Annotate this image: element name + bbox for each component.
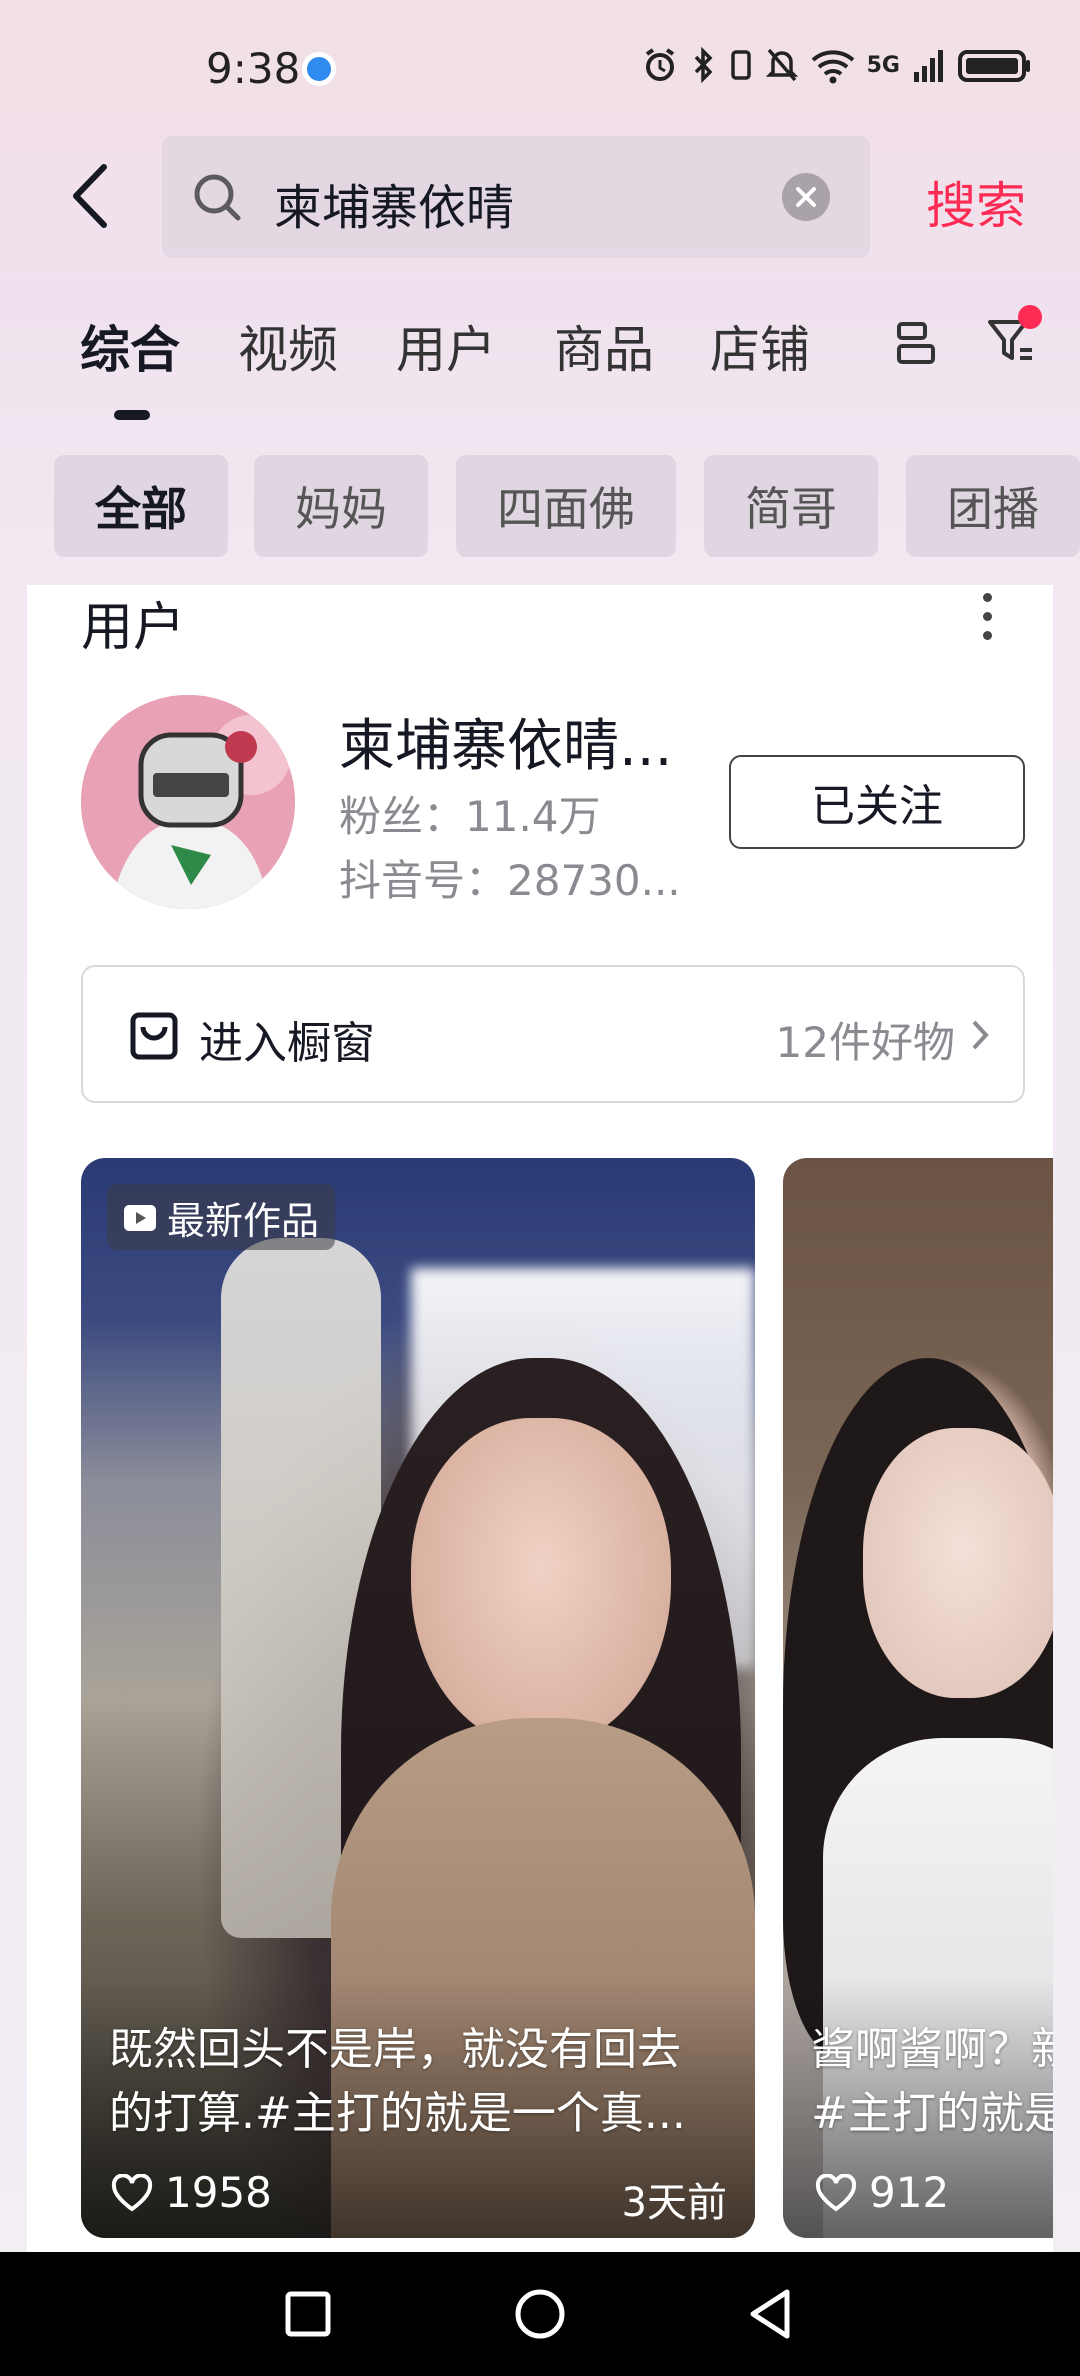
square-icon [285,2291,331,2337]
chip-mom[interactable]: 妈妈 [254,455,428,557]
circle-icon [515,2289,565,2339]
tab-users[interactable]: 用户 [396,310,496,382]
triangle-back-icon [750,2289,790,2339]
video-caption: 酱啊酱啊？新 #主打的就是 [811,2024,1053,2139]
user-name[interactable]: 柬埔寨依晴... [339,701,672,782]
search-button[interactable]: 搜索 [926,166,1026,238]
status-icons: 5G [641,46,1032,84]
user-fans: 粉丝：11.4万 [339,792,601,841]
showcase-entry[interactable]: 进入橱窗 12件好物 [81,965,1025,1103]
section-title: 用户 [81,598,186,658]
video-likes: 1958 [111,2168,272,2217]
tab-videos[interactable]: 视频 [238,310,338,382]
status-time: 9:38 [206,44,301,93]
search-icon [194,174,241,221]
back-arrow-icon [73,164,107,228]
latest-work-badge: 最新作品 [107,1184,336,1250]
bluetooth-icon [694,46,713,84]
heart-icon [111,2173,153,2211]
chip-all[interactable]: 全部 [54,455,228,557]
showcase-label: 进入橱窗 [199,1018,375,1069]
tab-indicator [114,410,150,420]
back-button[interactable] [60,156,120,236]
battery-icon [958,50,1030,82]
vibrate-icon [730,50,751,80]
mute-icon [765,48,798,82]
avatar[interactable] [81,695,295,909]
wifi-icon [811,50,854,84]
search-query: 柬埔寨依晴 [274,180,515,236]
system-navigation-bar [0,2252,1080,2376]
user-result-card: 用户 柬埔寨依晴... 粉丝：11.4万 抖音号：28730... 已关注 进入… [27,585,1053,2255]
video-card[interactable]: 酱啊酱啊？新 #主打的就是 912 [783,1158,1053,2238]
chevron-right-icon [972,1020,989,1050]
video-card[interactable]: 最新作品 既然回头不是岸，就没有回去 的打算.#主打的就是一个真... 1958… [81,1158,755,2238]
badge-text: 最新作品 [167,1198,320,1243]
following-button[interactable]: 已关注 [729,755,1025,849]
video-time: 3天前 [621,2180,727,2226]
search-row: 柬埔寨依晴 搜索 [0,136,1080,258]
keyword-chips: 全部 妈妈 四面佛 简哥 团播 [0,455,1080,557]
shopping-bag-icon [130,1012,178,1060]
video-icon [124,1205,156,1231]
chip-four-faced-buddha[interactable]: 四面佛 [456,455,676,557]
chip-jiange[interactable]: 简哥 [704,455,878,557]
video-likes: 912 [815,2168,949,2217]
back-nav-button[interactable] [710,2252,830,2376]
showcase-count: 12件好物 [775,1018,955,1067]
home-button[interactable] [480,2252,600,2376]
chip-group-live[interactable]: 团播 [906,455,1080,557]
status-bar: 9:38 5G [0,0,1080,140]
app-notification-icon [302,52,336,86]
filter-notification-dot [1018,305,1042,329]
more-options-icon[interactable] [977,593,997,650]
heart-icon [815,2173,857,2211]
search-input[interactable]: 柬埔寨依晴 [162,136,870,258]
signal-icon [914,50,943,82]
video-caption: 既然回头不是岸，就没有回去 的打算.#主打的就是一个真... [109,2024,686,2139]
layout-toggle-icon[interactable] [895,318,937,368]
recent-apps-button[interactable] [248,2252,368,2376]
tab-comprehensive[interactable]: 综合 [80,310,180,382]
user-douyin-id: 抖音号：28730... [339,856,681,905]
alarm-icon [645,48,674,81]
clear-icon[interactable] [782,173,830,221]
network-type: 5G [866,52,900,78]
tab-stores[interactable]: 店铺 [710,310,810,382]
tab-products[interactable]: 商品 [554,310,654,382]
